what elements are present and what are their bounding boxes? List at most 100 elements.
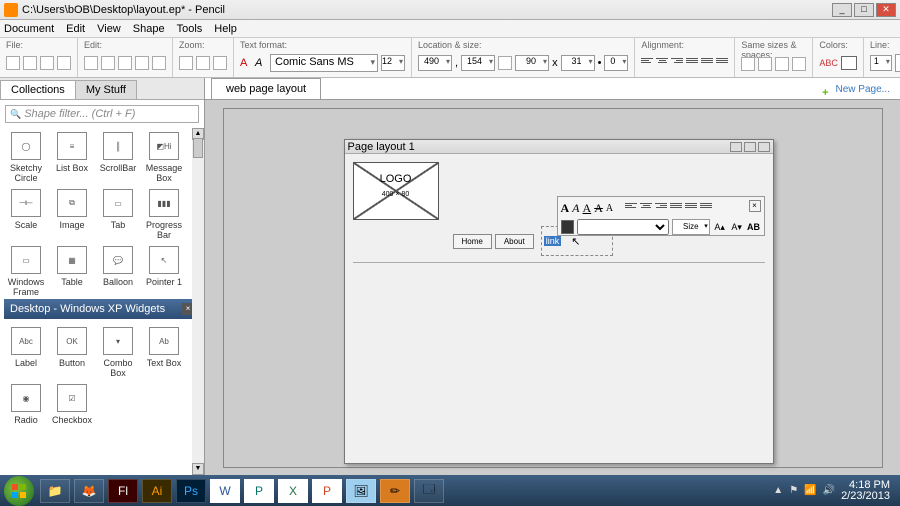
shape-windows-frame[interactable]: ▭Windows Frame	[4, 242, 48, 297]
size-w[interactable]: 90	[515, 55, 549, 71]
menu-shape[interactable]: Shape	[133, 23, 165, 35]
maximize-button[interactable]: □	[854, 3, 874, 17]
shape-tab[interactable]: ▭Tab	[96, 185, 140, 240]
line-style-combo[interactable]: Solid	[895, 54, 900, 72]
align-mid-icon[interactable]	[701, 58, 713, 68]
task-explorer-icon[interactable]: 📁	[40, 479, 70, 503]
shape-label[interactable]: AbcLabel	[4, 323, 48, 378]
task-photoviewer-icon[interactable]: 🖼	[346, 479, 376, 503]
close-button[interactable]: ✕	[876, 3, 896, 17]
section-header-xp[interactable]: Desktop - Windows XP Widgets ×	[4, 299, 200, 319]
zoom-in-icon[interactable]	[179, 56, 193, 70]
shape-scrollbar[interactable]: ║ScrollBar	[96, 128, 140, 183]
pop-align-left-icon[interactable]	[625, 203, 637, 213]
scroll-thumb[interactable]	[193, 138, 203, 158]
same-height-icon[interactable]	[758, 57, 772, 71]
pop-list-num-icon[interactable]	[685, 203, 697, 213]
task-photoshop-icon[interactable]: Ps	[176, 479, 206, 503]
tab-collections[interactable]: Collections	[0, 80, 76, 99]
nav-about-button[interactable]: About	[495, 234, 534, 249]
popup-close-icon[interactable]: ×	[749, 200, 761, 212]
mockup-window[interactable]: Page layout 1 LOGO 400 × 80 Ho	[344, 139, 774, 464]
copy-icon[interactable]	[135, 56, 149, 70]
pop-indent-icon[interactable]	[700, 203, 712, 213]
tab-mystuff[interactable]: My Stuff	[75, 80, 137, 99]
task-powerpoint-icon[interactable]: P	[312, 479, 342, 503]
task-window-icon[interactable]: 🗔	[414, 479, 444, 503]
nav-home-button[interactable]: Home	[453, 234, 492, 249]
zoom-out-icon[interactable]	[213, 56, 227, 70]
task-illustrator-icon[interactable]: Ai	[142, 479, 172, 503]
tray-vol-icon[interactable]: 🔊	[823, 485, 835, 496]
dist-h-icon[interactable]	[775, 57, 789, 71]
line-width[interactable]: 1	[870, 55, 892, 71]
task-firefox-icon[interactable]: 🦊	[74, 479, 104, 503]
text-format-popup[interactable]: × A A A A A	[557, 196, 765, 236]
shape-text-box[interactable]: AbText Box	[142, 323, 186, 378]
task-publisher-icon[interactable]: P	[244, 479, 274, 503]
tray-clock[interactable]: 4:18 PM 2/23/2013	[841, 480, 890, 502]
undo-icon[interactable]	[84, 56, 98, 70]
add-page-icon[interactable]: +	[822, 87, 828, 99]
pop-font-combo[interactable]	[577, 219, 669, 235]
redo-icon[interactable]	[101, 56, 115, 70]
shape-pointer-1[interactable]: ↖Pointer 1	[142, 242, 186, 297]
tray-up-icon[interactable]: ▲	[773, 485, 783, 496]
pop-size-combo[interactable]: Size	[672, 219, 710, 235]
canvas[interactable]: Page layout 1 LOGO 400 × 80 Ho	[205, 100, 900, 476]
shape-button[interactable]: OKButton	[50, 323, 94, 378]
underline-icon[interactable]: A	[583, 201, 592, 216]
shapes-scrollbar[interactable]: ▲ ▼	[192, 128, 204, 475]
paste-icon[interactable]	[152, 56, 166, 70]
task-excel-icon[interactable]: X	[278, 479, 308, 503]
loc-y[interactable]: 154	[461, 55, 495, 71]
same-width-icon[interactable]	[741, 57, 755, 71]
logo-placeholder[interactable]: LOGO 400 × 80	[353, 162, 439, 220]
align-bot-icon[interactable]	[716, 58, 728, 68]
menu-tools[interactable]: Tools	[177, 23, 203, 35]
cut-icon[interactable]	[118, 56, 132, 70]
font-combo[interactable]: Comic Sans MS	[270, 54, 378, 72]
align-center-icon[interactable]	[656, 58, 668, 68]
menu-help[interactable]: Help	[214, 23, 237, 35]
pop-list-bullet-icon[interactable]	[670, 203, 682, 213]
pop-size-up-icon[interactable]: A▴	[713, 220, 727, 234]
print-icon[interactable]	[57, 56, 71, 70]
text-color-btn[interactable]: ABC	[819, 58, 838, 68]
textfx-icon[interactable]: A	[606, 203, 613, 214]
align-left-icon[interactable]	[641, 58, 653, 68]
scroll-down-icon[interactable]: ▼	[192, 463, 204, 475]
start-button[interactable]	[4, 476, 34, 506]
shape-list-box[interactable]: ≡List Box	[50, 128, 94, 183]
size-h[interactable]: 31	[561, 55, 595, 71]
shape-table[interactable]: ▦Table	[50, 242, 94, 297]
mockup-titlebar[interactable]: Page layout 1	[345, 140, 773, 154]
shape-balloon[interactable]: 💬Balloon	[96, 242, 140, 297]
text-style-icon[interactable]: A	[255, 57, 267, 69]
new-page-link[interactable]: New Page...	[832, 80, 894, 99]
fontsize-field[interactable]: 12	[381, 55, 405, 71]
doc-tab-active[interactable]: web page layout	[211, 78, 321, 99]
minimize-button[interactable]: _	[832, 3, 852, 17]
task-word-icon[interactable]: W	[210, 479, 240, 503]
menu-view[interactable]: View	[97, 23, 121, 35]
task-pencil-icon[interactable]: ✏	[380, 479, 410, 503]
menu-edit[interactable]: Edit	[66, 23, 85, 35]
new-doc-icon[interactable]	[6, 56, 20, 70]
text-color-icon[interactable]: A	[240, 57, 252, 69]
task-flash-icon[interactable]: Fl	[108, 479, 138, 503]
shape-checkbox[interactable]: ☑Checkbox	[50, 380, 94, 435]
dist-v-icon[interactable]	[792, 57, 806, 71]
zoom-reset-icon[interactable]	[196, 56, 210, 70]
loc-x[interactable]: 490	[418, 55, 452, 71]
italic-icon[interactable]: A	[572, 201, 579, 216]
fill-color-btn[interactable]	[841, 56, 857, 70]
pop-size-down-icon[interactable]: A▾	[730, 220, 744, 234]
pop-color-swatch[interactable]	[561, 220, 575, 234]
tray-flag-icon[interactable]: ⚑	[789, 485, 798, 496]
bold-icon[interactable]: A	[561, 201, 570, 216]
rotation[interactable]: 0	[604, 55, 628, 71]
shape-scale[interactable]: ⟞⟝Scale	[4, 185, 48, 240]
paper[interactable]: Page layout 1 LOGO 400 × 80 Ho	[223, 108, 883, 468]
align-right-icon[interactable]	[671, 58, 683, 68]
